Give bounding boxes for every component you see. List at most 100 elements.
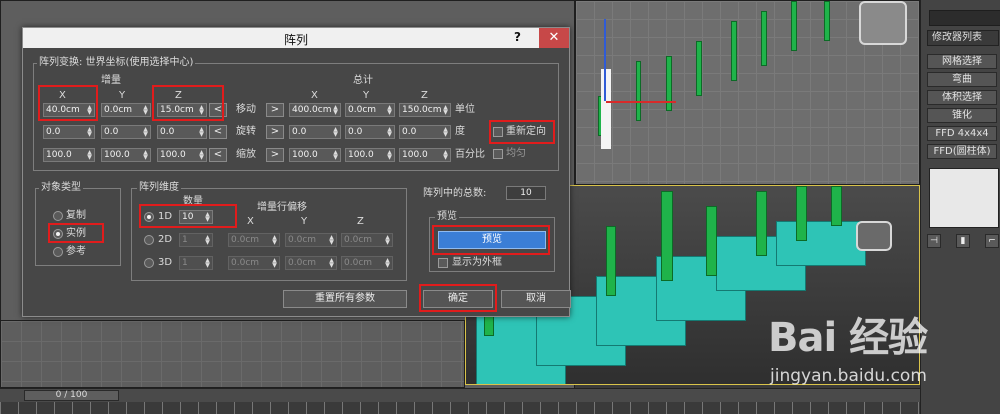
viewcube-icon[interactable] — [859, 1, 907, 45]
dimension-2d-radio[interactable] — [144, 235, 154, 245]
count-3d-field[interactable]: 1 ▲ ▼ — [179, 256, 213, 270]
rotate-tot-x[interactable]: 0.0 ▲ ▼ — [289, 125, 341, 139]
modifier-button-taper[interactable]: 锥化 — [927, 108, 997, 123]
close-button[interactable]: ✕ — [539, 28, 569, 48]
move-tot-z[interactable]: 150.0cm ▲ ▼ — [399, 103, 451, 117]
object-type-reference-radio[interactable] — [53, 247, 63, 257]
dialog-titlebar[interactable]: 阵列 ? ✕ — [23, 28, 569, 48]
spinner-arrows-icon[interactable]: ▲ ▼ — [332, 127, 339, 138]
modifier-button-ffd-444[interactable]: FFD 4x4x4 — [927, 126, 997, 141]
count-2d-field[interactable]: 1 ▲ ▼ — [179, 233, 213, 247]
baidu-watermark-logo: Bai 经验 — [768, 315, 928, 361]
highlight-count-1d — [139, 204, 237, 228]
total-in-array-label: 阵列中的总数: — [423, 188, 487, 199]
spinner-arrows-icon[interactable]: ▲ ▼ — [442, 127, 449, 138]
uniform-checkbox[interactable] — [493, 149, 503, 159]
help-button[interactable]: ? — [514, 30, 521, 44]
offset-3d-x[interactable]: 0.0cm ▲ ▼ — [228, 256, 280, 270]
time-slider[interactable]: 0 / 100 — [24, 390, 119, 401]
rotate-inc-x[interactable]: 0.0 ▲ ▼ — [43, 125, 95, 139]
spinner-arrows-icon[interactable]: ▲ ▼ — [271, 258, 278, 269]
offset-axis-z: Z — [357, 216, 364, 227]
increment-label: 增量 — [101, 75, 121, 86]
spinner-arrows-icon[interactable]: ▲ ▼ — [328, 258, 335, 269]
track-bar[interactable] — [0, 402, 920, 414]
rotate-right-arrow-button[interactable]: > — [266, 125, 284, 139]
pillar-wireframe — [696, 41, 702, 96]
inc-axis-y: Y — [119, 90, 126, 101]
spinner-arrows-icon[interactable]: ▲ ▼ — [142, 127, 149, 138]
reset-all-parameters-button[interactable]: 重置所有参数 — [283, 290, 407, 308]
rotate-inc-z[interactable]: 0.0 ▲ ▼ — [157, 125, 207, 139]
spinner-arrows-icon[interactable]: ▲ ▼ — [384, 258, 391, 269]
spinner-arrows-icon[interactable]: ▲ ▼ — [332, 105, 339, 116]
array-transform-legend: 阵列变换: 世界坐标(使用选择中心) — [37, 57, 196, 69]
spinner-arrows-icon[interactable]: ▲ ▼ — [384, 235, 391, 246]
object-type-copy-radio[interactable] — [53, 211, 63, 221]
make-unique-icon[interactable]: ⌐ — [985, 234, 999, 248]
spinner-arrows-icon[interactable]: ▲ ▼ — [386, 127, 393, 138]
incremental-row-offset-label: 增量行偏移 — [257, 202, 307, 213]
viewcube-icon[interactable] — [856, 221, 892, 251]
modifier-button-vol-select[interactable]: 体积选择 — [927, 90, 997, 105]
modifier-stack-view[interactable] — [929, 168, 999, 228]
move-label: 移动 — [236, 104, 256, 115]
display-as-box-checkbox[interactable] — [438, 258, 448, 268]
modifier-button-bend[interactable]: 弯曲 — [927, 72, 997, 87]
scale-inc-z[interactable]: 100.0 ▲ ▼ — [157, 148, 207, 162]
spinner-arrows-icon[interactable]: ▲ ▼ — [86, 127, 93, 138]
spinner-arrows-icon[interactable]: ▲ ▼ — [328, 235, 335, 246]
spinner-arrows-icon[interactable]: ▲ ▼ — [198, 150, 205, 161]
rotate-label: 旋转 — [236, 126, 256, 137]
spinner-arrows-icon[interactable]: ▲ ▼ — [442, 105, 449, 116]
cancel-button[interactable]: 取消 — [501, 290, 571, 308]
scale-inc-x[interactable]: 100.0 ▲ ▼ — [43, 148, 95, 162]
spinner-arrows-icon[interactable]: ▲ ▼ — [386, 105, 393, 116]
pin-stack-icon[interactable]: ⊣ — [927, 234, 941, 248]
offset-2d-y[interactable]: 0.0cm ▲ ▼ — [285, 233, 337, 247]
spinner-arrows-icon[interactable]: ▲ ▼ — [142, 150, 149, 161]
modifier-list-dropdown[interactable]: 修改器列表 — [927, 30, 999, 46]
viewport-bottom-left[interactable] — [0, 320, 465, 388]
scale-left-arrow-button[interactable]: < — [209, 148, 227, 162]
offset-3d-z[interactable]: 0.0cm ▲ ▼ — [341, 256, 393, 270]
spinner-arrows-icon[interactable]: ▲ ▼ — [198, 127, 205, 138]
move-right-arrow-button[interactable]: > — [266, 103, 284, 117]
viewport-top-right[interactable] — [575, 0, 920, 185]
scale-unit-label: 百分比 — [455, 149, 485, 160]
move-tot-x[interactable]: 400.0cm ▲ ▼ — [289, 103, 341, 117]
rotate-tot-z[interactable]: 0.0 ▲ ▼ — [399, 125, 451, 139]
scale-tot-y[interactable]: 100.0 ▲ ▼ — [345, 148, 395, 162]
offset-2d-z[interactable]: 0.0cm ▲ ▼ — [341, 233, 393, 247]
dialog-title: 阵列 — [283, 33, 308, 47]
rotate-left-arrow-button[interactable]: < — [209, 125, 227, 139]
spinner-arrows-icon[interactable]: ▲ ▼ — [204, 258, 211, 269]
object-name-field[interactable] — [929, 10, 1000, 26]
modifier-button-mesh-select[interactable]: 网格选择 — [927, 54, 997, 69]
rotate-tot-y[interactable]: 0.0 ▲ ▼ — [345, 125, 395, 139]
spinner-arrows-icon[interactable]: ▲ ▼ — [204, 235, 211, 246]
modifier-button-ffd-cyl[interactable]: FFD(圆柱体) — [927, 144, 997, 159]
scale-tot-x[interactable]: 100.0 ▲ ▼ — [289, 148, 341, 162]
spinner-arrows-icon[interactable]: ▲ ▼ — [386, 150, 393, 161]
baidu-watermark-url: jingyan.baidu.com — [770, 366, 927, 386]
spinner-arrows-icon[interactable]: ▲ ▼ — [142, 105, 149, 116]
tot-axis-x: X — [311, 90, 318, 101]
dimension-3d-radio[interactable] — [144, 258, 154, 268]
offset-axis-x: X — [247, 216, 254, 227]
scale-right-arrow-button[interactable]: > — [266, 148, 284, 162]
pillar-wireframe — [824, 1, 830, 41]
spinner-arrows-icon[interactable]: ▲ ▼ — [271, 235, 278, 246]
scale-tot-z[interactable]: 100.0 ▲ ▼ — [399, 148, 451, 162]
pillar-wireframe — [761, 11, 767, 66]
show-end-result-icon[interactable]: ▮ — [956, 234, 970, 248]
rotate-inc-y[interactable]: 0.0 ▲ ▼ — [101, 125, 151, 139]
move-inc-y[interactable]: 0.0cm ▲ ▼ — [101, 103, 151, 117]
spinner-arrows-icon[interactable]: ▲ ▼ — [86, 150, 93, 161]
move-tot-y[interactable]: 0.0cm ▲ ▼ — [345, 103, 395, 117]
spinner-arrows-icon[interactable]: ▲ ▼ — [332, 150, 339, 161]
scale-inc-y[interactable]: 100.0 ▲ ▼ — [101, 148, 151, 162]
offset-2d-x[interactable]: 0.0cm ▲ ▼ — [228, 233, 280, 247]
spinner-arrows-icon[interactable]: ▲ ▼ — [442, 150, 449, 161]
offset-3d-y[interactable]: 0.0cm ▲ ▼ — [285, 256, 337, 270]
